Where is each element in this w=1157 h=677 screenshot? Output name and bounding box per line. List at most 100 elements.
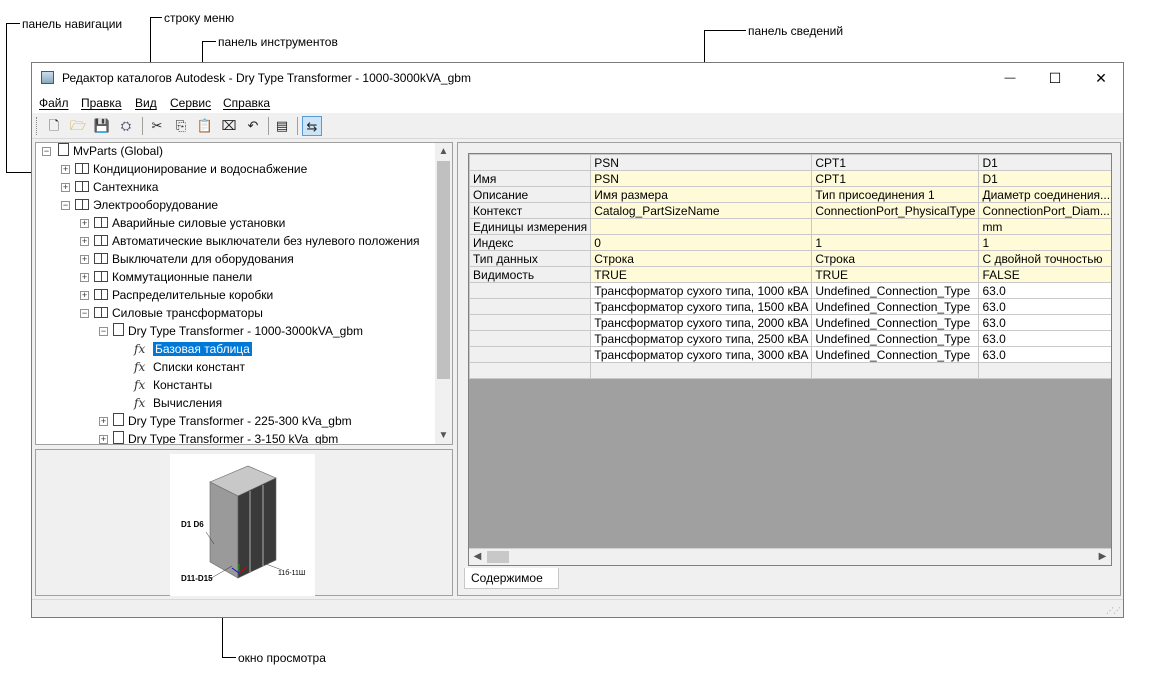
tree-vertical-scrollbar[interactable]: ▲ ▼ — [435, 143, 452, 444]
menu-view[interactable]: Вид — [135, 96, 157, 110]
collapse-icon[interactable]: − — [61, 201, 70, 210]
cut-icon[interactable]: ✂ — [147, 116, 167, 136]
expand-icon[interactable]: + — [80, 219, 89, 228]
expand-icon[interactable]: + — [80, 291, 89, 300]
data-cell[interactable]: Undefined_Connection_Type — [811, 298, 980, 315]
row-header[interactable]: Видимость — [469, 266, 592, 283]
collapse-icon[interactable]: − — [99, 327, 108, 336]
collapse-icon[interactable]: − — [80, 309, 89, 318]
tree-item-junction-boxes[interactable]: + Распределительные коробки — [80, 286, 273, 304]
validate-icon[interactable]: ⇆ — [302, 116, 322, 136]
resize-grip-icon[interactable]: ⋰⋰ — [1106, 606, 1121, 615]
tree-item-electrical[interactable]: − Электрооборудование — [61, 196, 218, 214]
tree-item-circuit-breakers[interactable]: + Автоматические выключатели без нулевог… — [80, 232, 420, 250]
property-cell[interactable]: PSN — [590, 170, 813, 187]
data-cell[interactable]: Трансформатор сухого типа, 3000 кВА — [590, 346, 813, 363]
property-cell[interactable]: TRUE — [811, 266, 980, 283]
row-header[interactable] — [469, 282, 592, 299]
data-cell[interactable]: 63.0 — [978, 346, 1111, 363]
data-cell[interactable] — [811, 362, 980, 379]
row-header[interactable] — [469, 314, 592, 331]
grid-horizontal-scrollbar[interactable]: ◀ ▶ — [469, 548, 1111, 565]
tree-item-transformer-1000-3000[interactable]: − Dry Type Transformer - 1000-3000kVA_gb… — [99, 322, 363, 340]
expand-icon[interactable]: + — [61, 183, 70, 192]
expand-icon[interactable]: + — [80, 273, 89, 282]
property-cell[interactable]: Строка — [590, 250, 813, 267]
tree-item-plumbing[interactable]: + Сантехника — [61, 178, 158, 196]
property-cell[interactable]: 1 — [978, 234, 1111, 251]
property-cell[interactable]: D1 — [978, 170, 1111, 187]
expand-icon[interactable]: + — [80, 255, 89, 264]
publish-icon[interactable]: ⛭ — [116, 116, 136, 136]
row-header[interactable] — [469, 298, 592, 315]
data-cell[interactable] — [978, 362, 1111, 379]
property-cell[interactable]: Тип присоединения 1 — [811, 186, 980, 203]
scroll-up-icon[interactable]: ▲ — [435, 143, 452, 160]
menu-tools[interactable]: Сервис — [170, 96, 211, 110]
row-header[interactable]: Контекст — [469, 202, 592, 219]
minimize-button[interactable]: — — [987, 63, 1033, 93]
tree-item-emergency-power[interactable]: + Аварийные силовые установки — [80, 214, 285, 232]
column-header[interactable]: D1 — [978, 154, 1111, 171]
data-cell[interactable]: Трансформатор сухого типа, 1500 кВА — [590, 298, 813, 315]
row-header[interactable] — [469, 330, 592, 347]
property-cell[interactable]: ConnectionPort_Diam... — [978, 202, 1111, 219]
menu-edit[interactable]: Правка — [81, 96, 122, 110]
row-header[interactable] — [469, 346, 592, 363]
tree-item-constants[interactable]: fx Константы — [134, 376, 212, 394]
maximize-button[interactable]: ☐ — [1032, 63, 1078, 93]
tree-item-calculations[interactable]: fx Вычисления — [134, 394, 222, 412]
data-cell[interactable] — [590, 362, 813, 379]
property-cell[interactable]: TRUE — [590, 266, 813, 283]
data-cell[interactable]: Трансформатор сухого типа, 2000 кВА — [590, 314, 813, 331]
data-cell[interactable]: 63.0 — [978, 330, 1111, 347]
data-cell[interactable]: 63.0 — [978, 298, 1111, 315]
data-cell[interactable]: 63.0 — [978, 314, 1111, 331]
data-cell[interactable]: Undefined_Connection_Type — [811, 282, 980, 299]
tree-item-equipment-switches[interactable]: + Выключатели для оборудования — [80, 250, 294, 268]
tree-item-constant-lists[interactable]: fx Списки констант — [134, 358, 245, 376]
data-cell[interactable]: Undefined_Connection_Type — [811, 346, 980, 363]
row-header[interactable]: Единицы измерения — [469, 218, 592, 235]
property-cell[interactable] — [811, 218, 980, 235]
expand-icon[interactable]: + — [61, 165, 70, 174]
row-header[interactable]: Индекс — [469, 234, 592, 251]
expand-icon[interactable]: + — [99, 417, 108, 426]
scroll-thumb[interactable] — [437, 161, 450, 379]
tree-item-switchboards[interactable]: + Коммутационные панели — [80, 268, 252, 286]
tree-item-power-transformers[interactable]: − Силовые трансформаторы — [80, 304, 263, 322]
tree-item-transformer-3-150[interactable]: + Dry Type Transformer - 3-150 kVa_gbm — [99, 430, 338, 444]
menu-help[interactable]: Справка — [223, 96, 270, 110]
scroll-thumb[interactable] — [487, 551, 509, 563]
paste-icon[interactable]: 📋 — [195, 116, 215, 136]
menu-file[interactable]: Файл — [39, 96, 69, 110]
undo-icon[interactable]: ↶ — [243, 116, 263, 136]
property-cell[interactable]: 1 — [811, 234, 980, 251]
tab-contents[interactable]: Содержимое — [464, 568, 559, 589]
property-cell[interactable]: 0 — [590, 234, 813, 251]
data-cell[interactable]: Undefined_Connection_Type — [811, 330, 980, 347]
collapse-icon[interactable]: − — [42, 147, 51, 156]
tree-item-transformer-225-300[interactable]: + Dry Type Transformer - 225-300 kVa_gbm — [99, 412, 352, 430]
column-header[interactable]: CPT1 — [811, 154, 980, 171]
row-header[interactable]: Имя — [469, 170, 592, 187]
tree-root[interactable]: − MvParts (Global) — [42, 143, 163, 160]
property-cell[interactable]: Строка — [811, 250, 980, 267]
properties-icon[interactable]: ▤ — [272, 116, 292, 136]
toolbar-grip[interactable] — [36, 117, 39, 135]
property-cell[interactable]: CPT1 — [811, 170, 980, 187]
property-cell[interactable]: Имя размера — [590, 186, 813, 203]
property-cell[interactable]: Диаметр соединения... — [978, 186, 1111, 203]
row-header[interactable] — [469, 362, 592, 379]
column-header[interactable]: PSN — [590, 154, 813, 171]
column-header[interactable] — [469, 154, 592, 171]
data-cell[interactable]: Трансформатор сухого типа, 2500 кВА — [590, 330, 813, 347]
property-cell[interactable]: FALSE — [978, 266, 1111, 283]
new-icon[interactable]: 🗋 — [44, 116, 64, 136]
data-cell[interactable]: 63.0 — [978, 282, 1111, 299]
save-icon[interactable]: 💾 — [92, 116, 112, 136]
row-header[interactable]: Описание — [469, 186, 592, 203]
property-cell[interactable]: mm — [978, 218, 1111, 235]
open-icon[interactable]: 🗁 — [68, 116, 88, 136]
close-button[interactable]: ✕ — [1078, 63, 1124, 93]
